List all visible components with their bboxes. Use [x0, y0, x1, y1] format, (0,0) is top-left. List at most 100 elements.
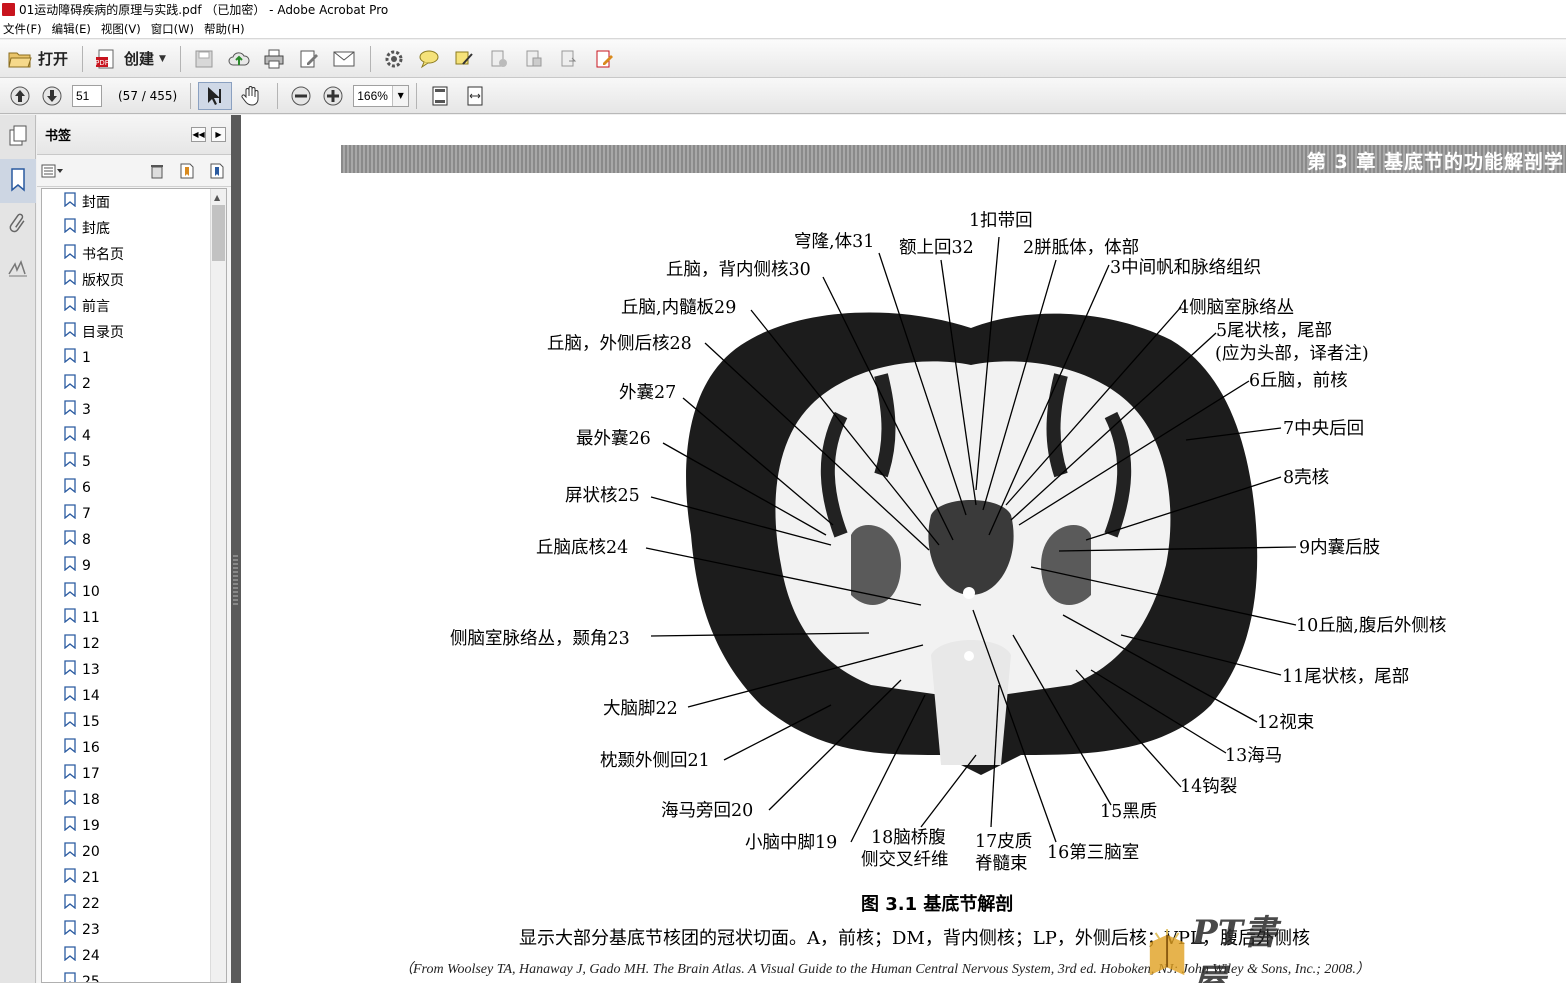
bookmark-item[interactable]: 17: [42, 761, 226, 787]
bookmark-item[interactable]: 1: [42, 345, 226, 371]
minus-circle-icon: [289, 84, 313, 108]
chevron-right-icon[interactable]: ▶: [211, 127, 226, 142]
bookmark-item[interactable]: 14: [42, 683, 226, 709]
bookmark-icon: [64, 529, 76, 545]
bookmark-item[interactable]: 16: [42, 735, 226, 761]
bookmark-item[interactable]: 目录页: [42, 319, 226, 345]
bookmark-item[interactable]: 5: [42, 449, 226, 475]
bookmark-item[interactable]: 2: [42, 371, 226, 397]
splitter-grip[interactable]: [233, 555, 238, 605]
fit-page-button[interactable]: [424, 82, 456, 110]
zoom-out-button[interactable]: [285, 82, 317, 110]
zoom-select[interactable]: ▼: [353, 84, 410, 107]
bookmark-item[interactable]: 8: [42, 527, 226, 553]
trash-icon[interactable]: [147, 161, 167, 181]
bookmark-item[interactable]: 4: [42, 423, 226, 449]
next-page-button[interactable]: [36, 82, 68, 110]
panel-splitter[interactable]: [231, 115, 241, 983]
label-10: 10丘脑,腹后外侧核: [1296, 616, 1446, 636]
delete-page-button[interactable]: [483, 45, 515, 73]
print-button[interactable]: [258, 45, 290, 73]
document-view[interactable]: 第 3 章 基底节的功能解剖学 1扣带回 穹隆,体31 额上回32 2胼胝体，体…: [241, 115, 1566, 983]
options-menu-button[interactable]: [41, 161, 67, 181]
bookmark-item[interactable]: 封底: [42, 215, 226, 241]
bookmark-icon: [64, 269, 76, 285]
zoom-in-button[interactable]: [317, 82, 349, 110]
scroll-up-icon[interactable]: ▲: [214, 193, 220, 202]
menu-file[interactable]: 文件(F): [0, 21, 49, 37]
bookmark-item[interactable]: 10: [42, 579, 226, 605]
hand-tool-button[interactable]: [235, 82, 267, 110]
bookmark-item[interactable]: 19: [42, 813, 226, 839]
bookmark-label: 12: [82, 636, 100, 652]
replace-page-button[interactable]: [553, 45, 585, 73]
create-button[interactable]: PDF 创建 ▼: [90, 45, 170, 73]
bookmark-item[interactable]: 21: [42, 865, 226, 891]
bookmark-item[interactable]: 7: [42, 501, 226, 527]
bookmark-properties-icon[interactable]: [207, 161, 227, 181]
bookmark-item[interactable]: 前言: [42, 293, 226, 319]
bookmark-item[interactable]: 封面: [42, 189, 226, 215]
page-replace-icon: [557, 47, 581, 71]
upload-button[interactable]: [223, 45, 255, 73]
bookmark-item[interactable]: 18: [42, 787, 226, 813]
bookmark-label: 10: [82, 584, 100, 600]
comment-button[interactable]: [413, 45, 445, 73]
bookmark-item[interactable]: 9: [42, 553, 226, 579]
menu-view[interactable]: 视图(V): [98, 21, 148, 37]
label-11: 11尾状核，尾部: [1282, 667, 1409, 687]
label-26: 最外囊26: [576, 429, 651, 449]
bookmark-item[interactable]: 20: [42, 839, 226, 865]
highlight-button[interactable]: [448, 45, 480, 73]
fit-width-button[interactable]: [459, 82, 491, 110]
save-button[interactable]: [188, 45, 220, 73]
email-button[interactable]: [328, 45, 360, 73]
label-8: 8壳核: [1283, 468, 1329, 488]
bookmark-icon: [64, 191, 76, 207]
label-5: 5尾状核，尾部: [1216, 321, 1332, 341]
scrollbar-thumb[interactable]: [212, 205, 225, 261]
bookmark-scrollbar[interactable]: ▲: [210, 189, 226, 982]
page-remove-icon: [487, 47, 511, 71]
bookmark-item[interactable]: 24: [42, 943, 226, 969]
page-thumbnails-button[interactable]: [0, 115, 36, 159]
paperclip-icon: [9, 212, 27, 239]
bookmark-item[interactable]: 13: [42, 657, 226, 683]
attachments-button[interactable]: [0, 203, 36, 247]
bookmark-icon: [64, 217, 76, 233]
bookmark-item[interactable]: 版权页: [42, 267, 226, 293]
window-title: 01运动障碍疾病的原理与实践.pdf （已加密） - Adobe Acrobat…: [19, 3, 389, 17]
zoom-input[interactable]: [354, 85, 393, 106]
folder-open-icon: [8, 47, 32, 71]
menu-window[interactable]: 窗口(W): [148, 21, 201, 37]
bookmark-item[interactable]: 书名页: [42, 241, 226, 267]
signatures-button[interactable]: [0, 247, 36, 291]
bookmark-label: 15: [82, 714, 100, 730]
bookmark-item[interactable]: 23: [42, 917, 226, 943]
menu-help[interactable]: 帮助(H): [201, 21, 252, 37]
bookmark-item[interactable]: 12: [42, 631, 226, 657]
previous-page-button[interactable]: [4, 82, 36, 110]
bookmark-label: 1: [82, 350, 91, 366]
collapse-panel-button[interactable]: ◀◀: [191, 127, 206, 142]
bookmark-item[interactable]: 11: [42, 605, 226, 631]
edit-button[interactable]: [293, 45, 325, 73]
chevron-down-icon[interactable]: ▼: [392, 85, 409, 106]
bookmark-item[interactable]: 3: [42, 397, 226, 423]
select-tool-button[interactable]: [198, 81, 233, 110]
new-bookmark-icon[interactable]: [177, 161, 197, 181]
bookmark-label: 6: [82, 480, 91, 496]
bookmark-item[interactable]: 15: [42, 709, 226, 735]
extract-page-button[interactable]: [518, 45, 550, 73]
toolbar-separator: [369, 45, 371, 72]
bookmarks-button[interactable]: [0, 159, 36, 203]
form-button[interactable]: [588, 45, 620, 73]
menu-edit[interactable]: 编辑(E): [49, 21, 98, 37]
page-number-input[interactable]: [72, 84, 102, 107]
open-button[interactable]: 打开: [4, 45, 72, 73]
bookmark-item[interactable]: 22: [42, 891, 226, 917]
bookmark-item[interactable]: 6: [42, 475, 226, 501]
bookmark-item[interactable]: 25: [42, 969, 226, 982]
bookmarks-title: 书签: [45, 129, 72, 144]
settings-button[interactable]: [378, 45, 410, 73]
